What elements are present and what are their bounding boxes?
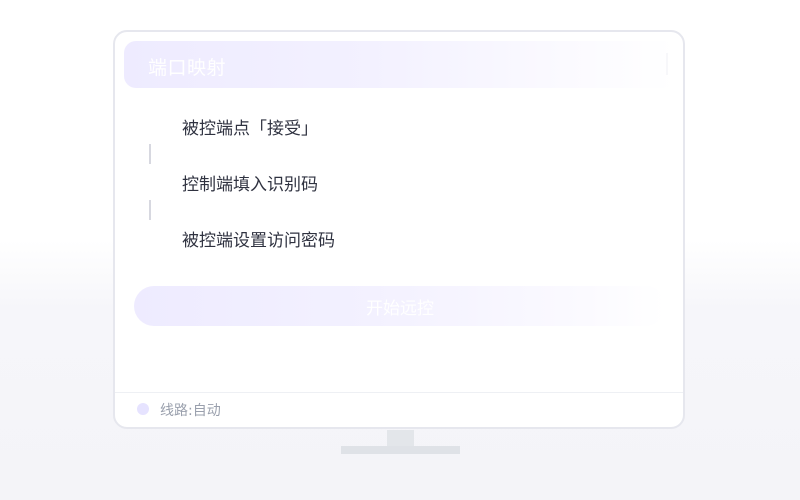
step-connector — [149, 144, 151, 164]
step-connector — [149, 200, 151, 220]
title-bar: 端口映射 — [124, 41, 676, 88]
step-accept: 被控端点「接受」 — [182, 119, 318, 139]
monitor-stand-neck — [387, 430, 414, 447]
status-dot-icon — [137, 403, 149, 415]
status-bar: 线路:自动 — [115, 392, 683, 427]
step-enter-code: 控制端填入识别码 — [182, 175, 318, 195]
monitor-stand-base — [341, 446, 460, 454]
title-bar-edge — [666, 53, 668, 75]
line-status[interactable]: 线路:自动 — [160, 400, 221, 420]
start-remote-button[interactable]: 开始远控 — [134, 286, 666, 326]
step-set-password: 被控端设置访问密码 — [182, 231, 335, 251]
start-remote-label: 开始远控 — [366, 298, 434, 319]
page-title: 端口映射 — [148, 57, 227, 79]
monitor-frame: 端口映射 被控端点「接受」 控制端填入识别码 被控端设置访问密码 开始远控 线路… — [113, 30, 685, 429]
